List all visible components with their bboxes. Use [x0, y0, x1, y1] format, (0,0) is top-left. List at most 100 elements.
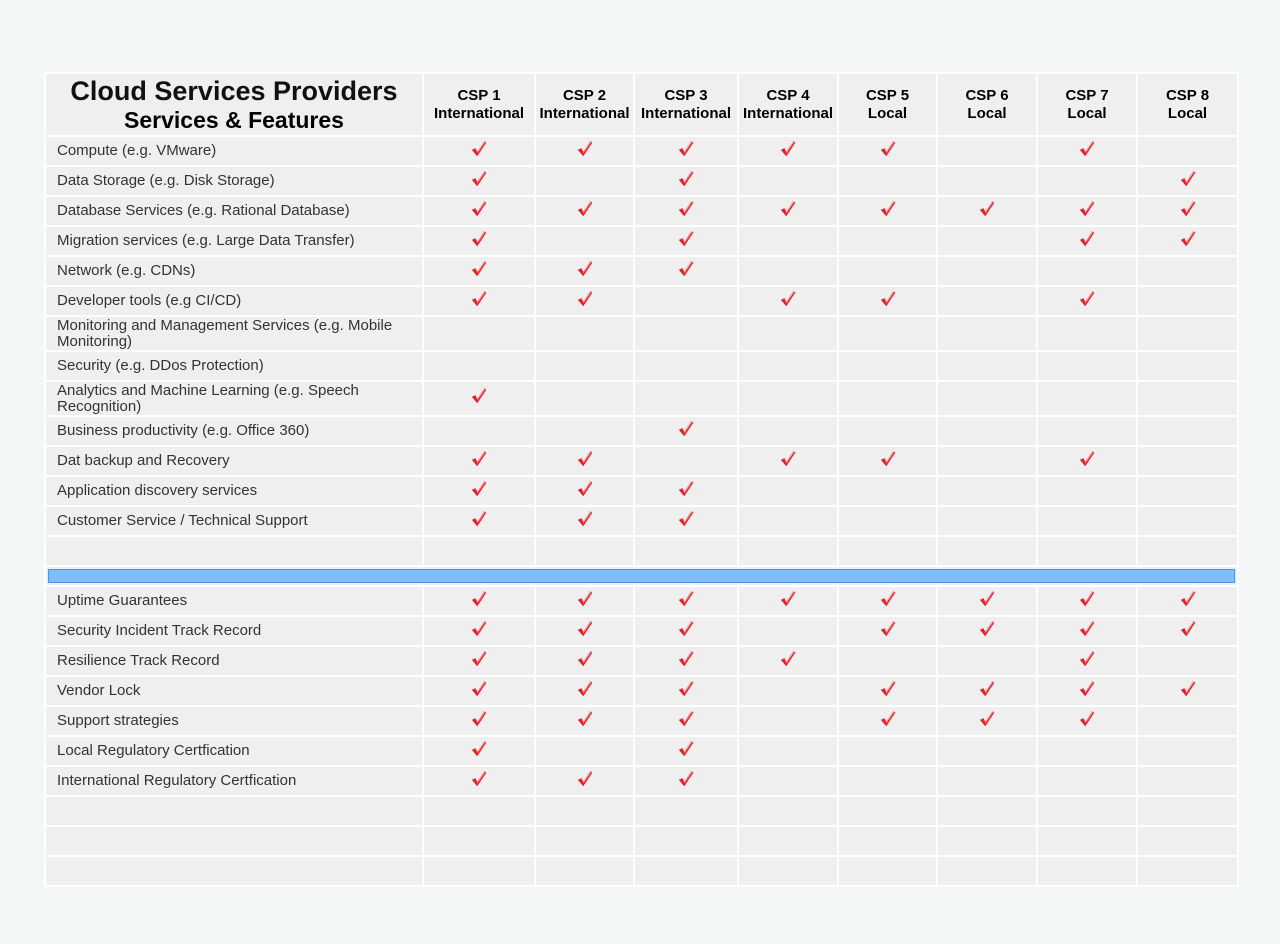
row-label: Vendor Lock [44, 675, 424, 707]
cell-csp-2 [534, 380, 635, 417]
cell-csp-5 [837, 765, 938, 797]
provider-name: CSP 5 [865, 86, 910, 104]
checkmark-icon [470, 770, 488, 788]
cell-csp-8 [1136, 765, 1239, 797]
cell-csp-3 [633, 350, 739, 382]
checkmark-icon [677, 200, 695, 218]
cell-csp-5 [837, 285, 938, 317]
checkmark-icon [1078, 710, 1096, 728]
column-header-csp-6: CSP 6 Local [936, 72, 1038, 137]
cell-csp-5 [837, 705, 938, 737]
cell-csp-1 [422, 475, 536, 507]
empty-cell [534, 535, 635, 567]
checkmark-icon [1179, 230, 1197, 248]
cell-csp-3 [633, 415, 739, 447]
empty-cell [44, 795, 424, 827]
row-label: Data Storage (e.g. Disk Storage) [44, 165, 424, 197]
cell-csp-7 [1036, 585, 1138, 617]
cell-csp-1 [422, 585, 536, 617]
checkmark-icon [1179, 680, 1197, 698]
checkmark-icon [470, 230, 488, 248]
cell-csp-1 [422, 735, 536, 767]
provider-type: Local [1067, 104, 1107, 122]
column-header-csp-2: CSP 2 International [534, 72, 635, 137]
empty-cell [1136, 855, 1239, 887]
cell-csp-3 [633, 380, 739, 417]
checkmark-icon [470, 710, 488, 728]
cell-csp-4 [737, 135, 839, 167]
checkmark-icon [978, 710, 996, 728]
cell-csp-6 [936, 705, 1038, 737]
cell-csp-5 [837, 585, 938, 617]
cell-csp-4 [737, 285, 839, 317]
checkmark-icon [576, 770, 594, 788]
cell-csp-6 [936, 195, 1038, 227]
empty-cell [422, 795, 536, 827]
empty-cell [44, 855, 424, 887]
table-row: Data Storage (e.g. Disk Storage) [44, 165, 1239, 197]
cell-csp-7 [1036, 255, 1138, 287]
cell-csp-5 [837, 255, 938, 287]
cell-csp-6 [936, 505, 1038, 537]
empty-row [44, 825, 1239, 857]
checkmark-icon [470, 140, 488, 158]
cell-csp-4 [737, 315, 839, 352]
cell-csp-4 [737, 445, 839, 477]
cell-csp-1 [422, 315, 536, 352]
table-row: Migration services (e.g. Large Data Tran… [44, 225, 1239, 257]
cell-csp-5 [837, 445, 938, 477]
provider-name: CSP 7 [1065, 86, 1109, 104]
empty-cell [837, 825, 938, 857]
checkmark-icon [677, 510, 695, 528]
cell-csp-6 [936, 615, 1038, 647]
checkmark-icon [677, 230, 695, 248]
cell-csp-3 [633, 505, 739, 537]
checkmark-icon [1078, 650, 1096, 668]
checkmark-icon [879, 450, 897, 468]
cell-csp-3 [633, 585, 739, 617]
row-label: Application discovery services [44, 475, 424, 507]
cell-csp-8 [1136, 585, 1239, 617]
cell-csp-3 [633, 315, 739, 352]
empty-cell [534, 825, 635, 857]
checkmark-icon [677, 620, 695, 638]
cell-csp-2 [534, 615, 635, 647]
section-separator-cell [44, 565, 1239, 587]
cell-csp-5 [837, 415, 938, 447]
checkmark-icon [677, 170, 695, 188]
cell-csp-1 [422, 195, 536, 227]
table-row: Analytics and Machine Learning (e.g. Spe… [44, 380, 1239, 417]
cell-csp-2 [534, 165, 635, 197]
cell-csp-8 [1136, 475, 1239, 507]
cell-csp-8 [1136, 445, 1239, 477]
column-header-csp-8: CSP 8 Local [1136, 72, 1239, 137]
cell-csp-4 [737, 475, 839, 507]
section-separator-row [44, 565, 1239, 587]
empty-cell [737, 825, 839, 857]
cell-csp-5 [837, 475, 938, 507]
row-label: Migration services (e.g. Large Data Tran… [44, 225, 424, 257]
cell-csp-3 [633, 735, 739, 767]
empty-cell [936, 855, 1038, 887]
cell-csp-5 [837, 505, 938, 537]
cell-csp-7 [1036, 315, 1138, 352]
cell-csp-3 [633, 195, 739, 227]
checkmark-icon [779, 200, 797, 218]
checkmark-icon [1078, 140, 1096, 158]
cell-csp-8 [1136, 415, 1239, 447]
cell-csp-1 [422, 165, 536, 197]
checkmark-icon [576, 290, 594, 308]
table-row: Business productivity (e.g. Office 360) [44, 415, 1239, 447]
table-row: International Regulatory Certfication [44, 765, 1239, 797]
cell-csp-8 [1136, 225, 1239, 257]
empty-cell [44, 825, 424, 857]
cell-csp-6 [936, 415, 1038, 447]
cell-csp-4 [737, 380, 839, 417]
checkmark-icon [470, 590, 488, 608]
row-label: International Regulatory Certfication [44, 765, 424, 797]
checkmark-icon [470, 740, 488, 758]
cell-csp-2 [534, 135, 635, 167]
provider-type: Local [867, 104, 908, 122]
cell-csp-7 [1036, 735, 1138, 767]
cell-csp-6 [936, 135, 1038, 167]
